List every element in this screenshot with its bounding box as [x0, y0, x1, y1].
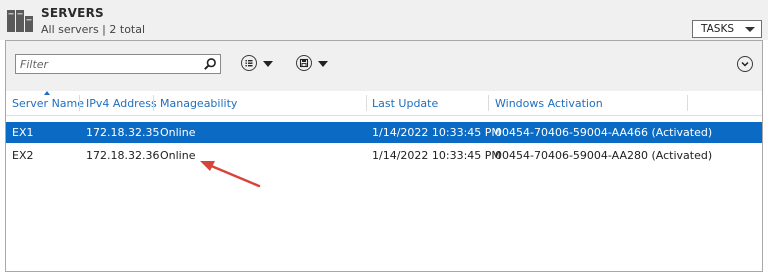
servers-panel: Server Name IPv4 Address Manageability L… — [5, 40, 763, 272]
page-title: SERVERS — [41, 6, 104, 20]
column-header-ipv4[interactable]: IPv4 Address — [86, 97, 157, 110]
column-separator[interactable] — [366, 95, 367, 111]
cell-ipv4: 172.18.32.36 — [86, 149, 160, 162]
filter-box[interactable] — [15, 54, 221, 74]
column-separator[interactable] — [153, 95, 154, 111]
list-view-icon — [241, 55, 257, 71]
cell-manageability: Online — [160, 126, 196, 139]
tasks-dropdown-button[interactable]: TASKS — [692, 20, 762, 38]
cell-server-name: EX1 — [12, 126, 34, 139]
cell-windows-activation: 00454-70406-59004-AA280 (Activated) — [495, 149, 713, 162]
table-header: Server Name IPv4 Address Manageability L… — [6, 91, 762, 116]
cell-last-update: 1/14/2022 10:33:45 PM — [372, 126, 501, 139]
column-header-last-update[interactable]: Last Update — [372, 97, 438, 110]
cell-last-update: 1/14/2022 10:33:45 PM — [372, 149, 501, 162]
cell-ipv4: 172.18.32.35 — [86, 126, 160, 139]
column-header-manageability[interactable]: Manageability — [160, 97, 237, 110]
table-row[interactable]: EX1 172.18.32.35 Online 1/14/2022 10:33:… — [6, 122, 762, 143]
servers-header: SERVERS All servers | 2 total TASKS — [0, 0, 768, 40]
filter-toolbar — [6, 41, 762, 91]
column-header-server-name[interactable]: Server Name — [12, 97, 84, 110]
save-icon — [296, 55, 312, 71]
cell-windows-activation: 00454-70406-59004-AA466 (Activated) — [495, 126, 713, 139]
table-row[interactable]: EX2 172.18.32.36 Online 1/14/2022 10:33:… — [6, 145, 762, 166]
cell-server-name: EX2 — [12, 149, 34, 162]
column-header-windows-activation[interactable]: Windows Activation — [495, 97, 603, 110]
filter-input[interactable] — [16, 55, 200, 73]
server-count-subtitle: All servers | 2 total — [41, 23, 146, 36]
search-icon[interactable] — [203, 57, 217, 71]
annotation-arrow-icon — [200, 161, 261, 188]
caret-down-icon — [745, 27, 755, 32]
cell-manageability: Online — [160, 149, 196, 162]
server-stack-icon — [7, 10, 33, 32]
chevron-down-circle-icon[interactable] — [737, 56, 753, 72]
save-query-button[interactable] — [296, 55, 330, 73]
column-separator[interactable] — [79, 95, 80, 111]
list-view-button[interactable] — [241, 55, 275, 73]
caret-down-icon — [318, 61, 328, 67]
sort-ascending-icon — [44, 91, 50, 95]
column-separator[interactable] — [687, 95, 688, 111]
caret-down-icon — [263, 61, 273, 67]
column-separator[interactable] — [488, 95, 489, 111]
tasks-label: TASKS — [701, 23, 734, 35]
